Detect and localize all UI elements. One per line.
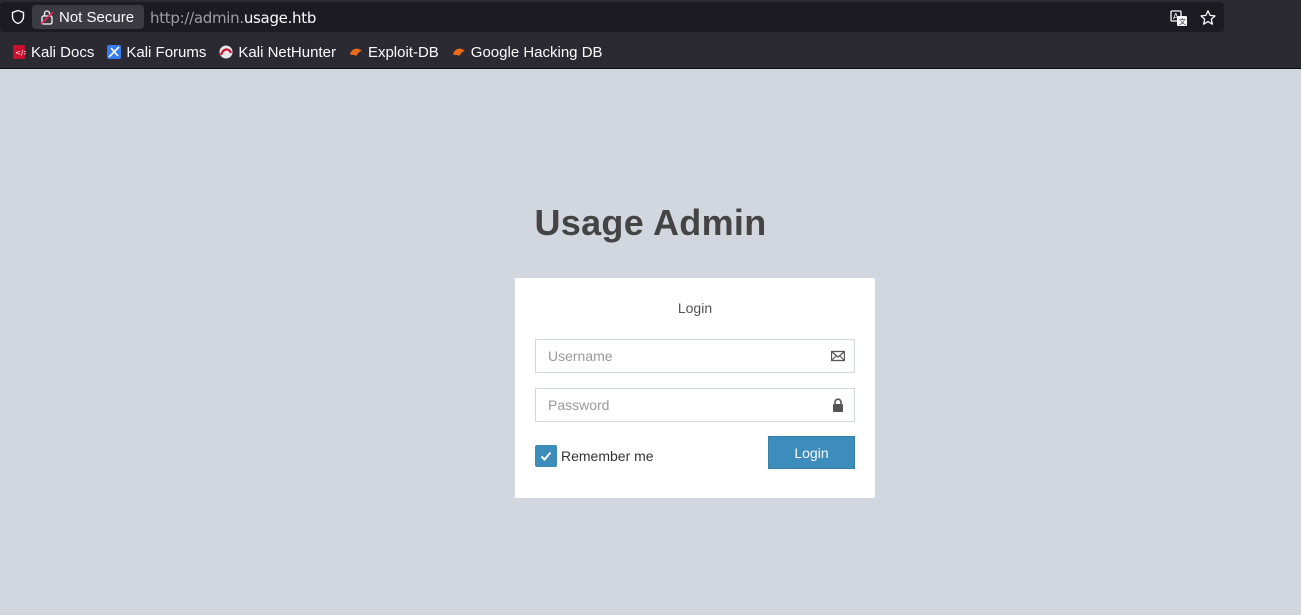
envelope-icon (831, 350, 845, 362)
bookmark-exploit-db[interactable]: Exploit-DB (349, 44, 439, 61)
checkmark-icon (540, 451, 552, 461)
browser-chrome: Not Secure http://admin.usage.htb A 文 </… (0, 0, 1301, 69)
login-button[interactable]: Login (768, 436, 855, 469)
security-indicator[interactable]: Not Secure (32, 5, 144, 29)
translate-icon[interactable]: A 文 (1170, 9, 1188, 27)
kali-docs-icon: </> (13, 45, 26, 59)
kali-nethunter-icon (219, 45, 233, 59)
lock-icon (833, 398, 843, 412)
login-box: Login Remember me Login (515, 278, 875, 498)
bookmark-kali-docs[interactable]: </> Kali Docs (12, 44, 94, 61)
remember-me[interactable]: Remember me (535, 445, 654, 467)
exploit-db-icon (349, 48, 362, 56)
bookmarks-toolbar: </> Kali Docs Kali Forums Kali NetHunter… (0, 38, 604, 66)
password-field[interactable] (535, 388, 855, 422)
bookmark-kali-forums[interactable]: Kali Forums (107, 44, 206, 61)
address-bar[interactable]: Not Secure http://admin.usage.htb A 文 (0, 2, 1224, 32)
bookmark-label: Kali NetHunter (238, 43, 336, 61)
bookmark-label: Kali Forums (126, 43, 207, 61)
login-box-message: Login (677, 300, 713, 316)
remember-me-label: Remember me (561, 448, 654, 464)
url-text[interactable]: http://admin.usage.htb (150, 9, 316, 27)
google-hacking-db-icon (452, 48, 465, 56)
bookmark-label: Exploit-DB (367, 43, 439, 61)
url-prefix: http://admin. (150, 9, 244, 27)
page-title: Usage Admin (534, 202, 767, 243)
bookmark-kali-nethunter[interactable]: Kali NetHunter (219, 44, 336, 61)
password-input[interactable] (536, 389, 854, 421)
page-content: Usage Admin Login Remember m (0, 69, 1301, 615)
bookmark-label: Google Hacking DB (470, 43, 603, 61)
svg-text:</>: </> (15, 49, 26, 57)
security-label: Not Secure (59, 8, 135, 26)
bookmark-label: Kali Docs (31, 43, 95, 61)
kali-forums-icon (107, 45, 122, 59)
svg-text:文: 文 (1179, 17, 1186, 26)
insecure-lock-icon (40, 10, 54, 25)
tracking-protection-shield-icon[interactable] (10, 9, 26, 25)
url-host: usage.htb (243, 9, 317, 27)
bookmark-star-icon[interactable] (1199, 9, 1217, 27)
username-input[interactable] (536, 340, 854, 372)
bookmark-google-hacking-db[interactable]: Google Hacking DB (452, 44, 603, 61)
remember-me-checkbox[interactable] (535, 445, 557, 467)
username-field[interactable] (535, 339, 855, 373)
